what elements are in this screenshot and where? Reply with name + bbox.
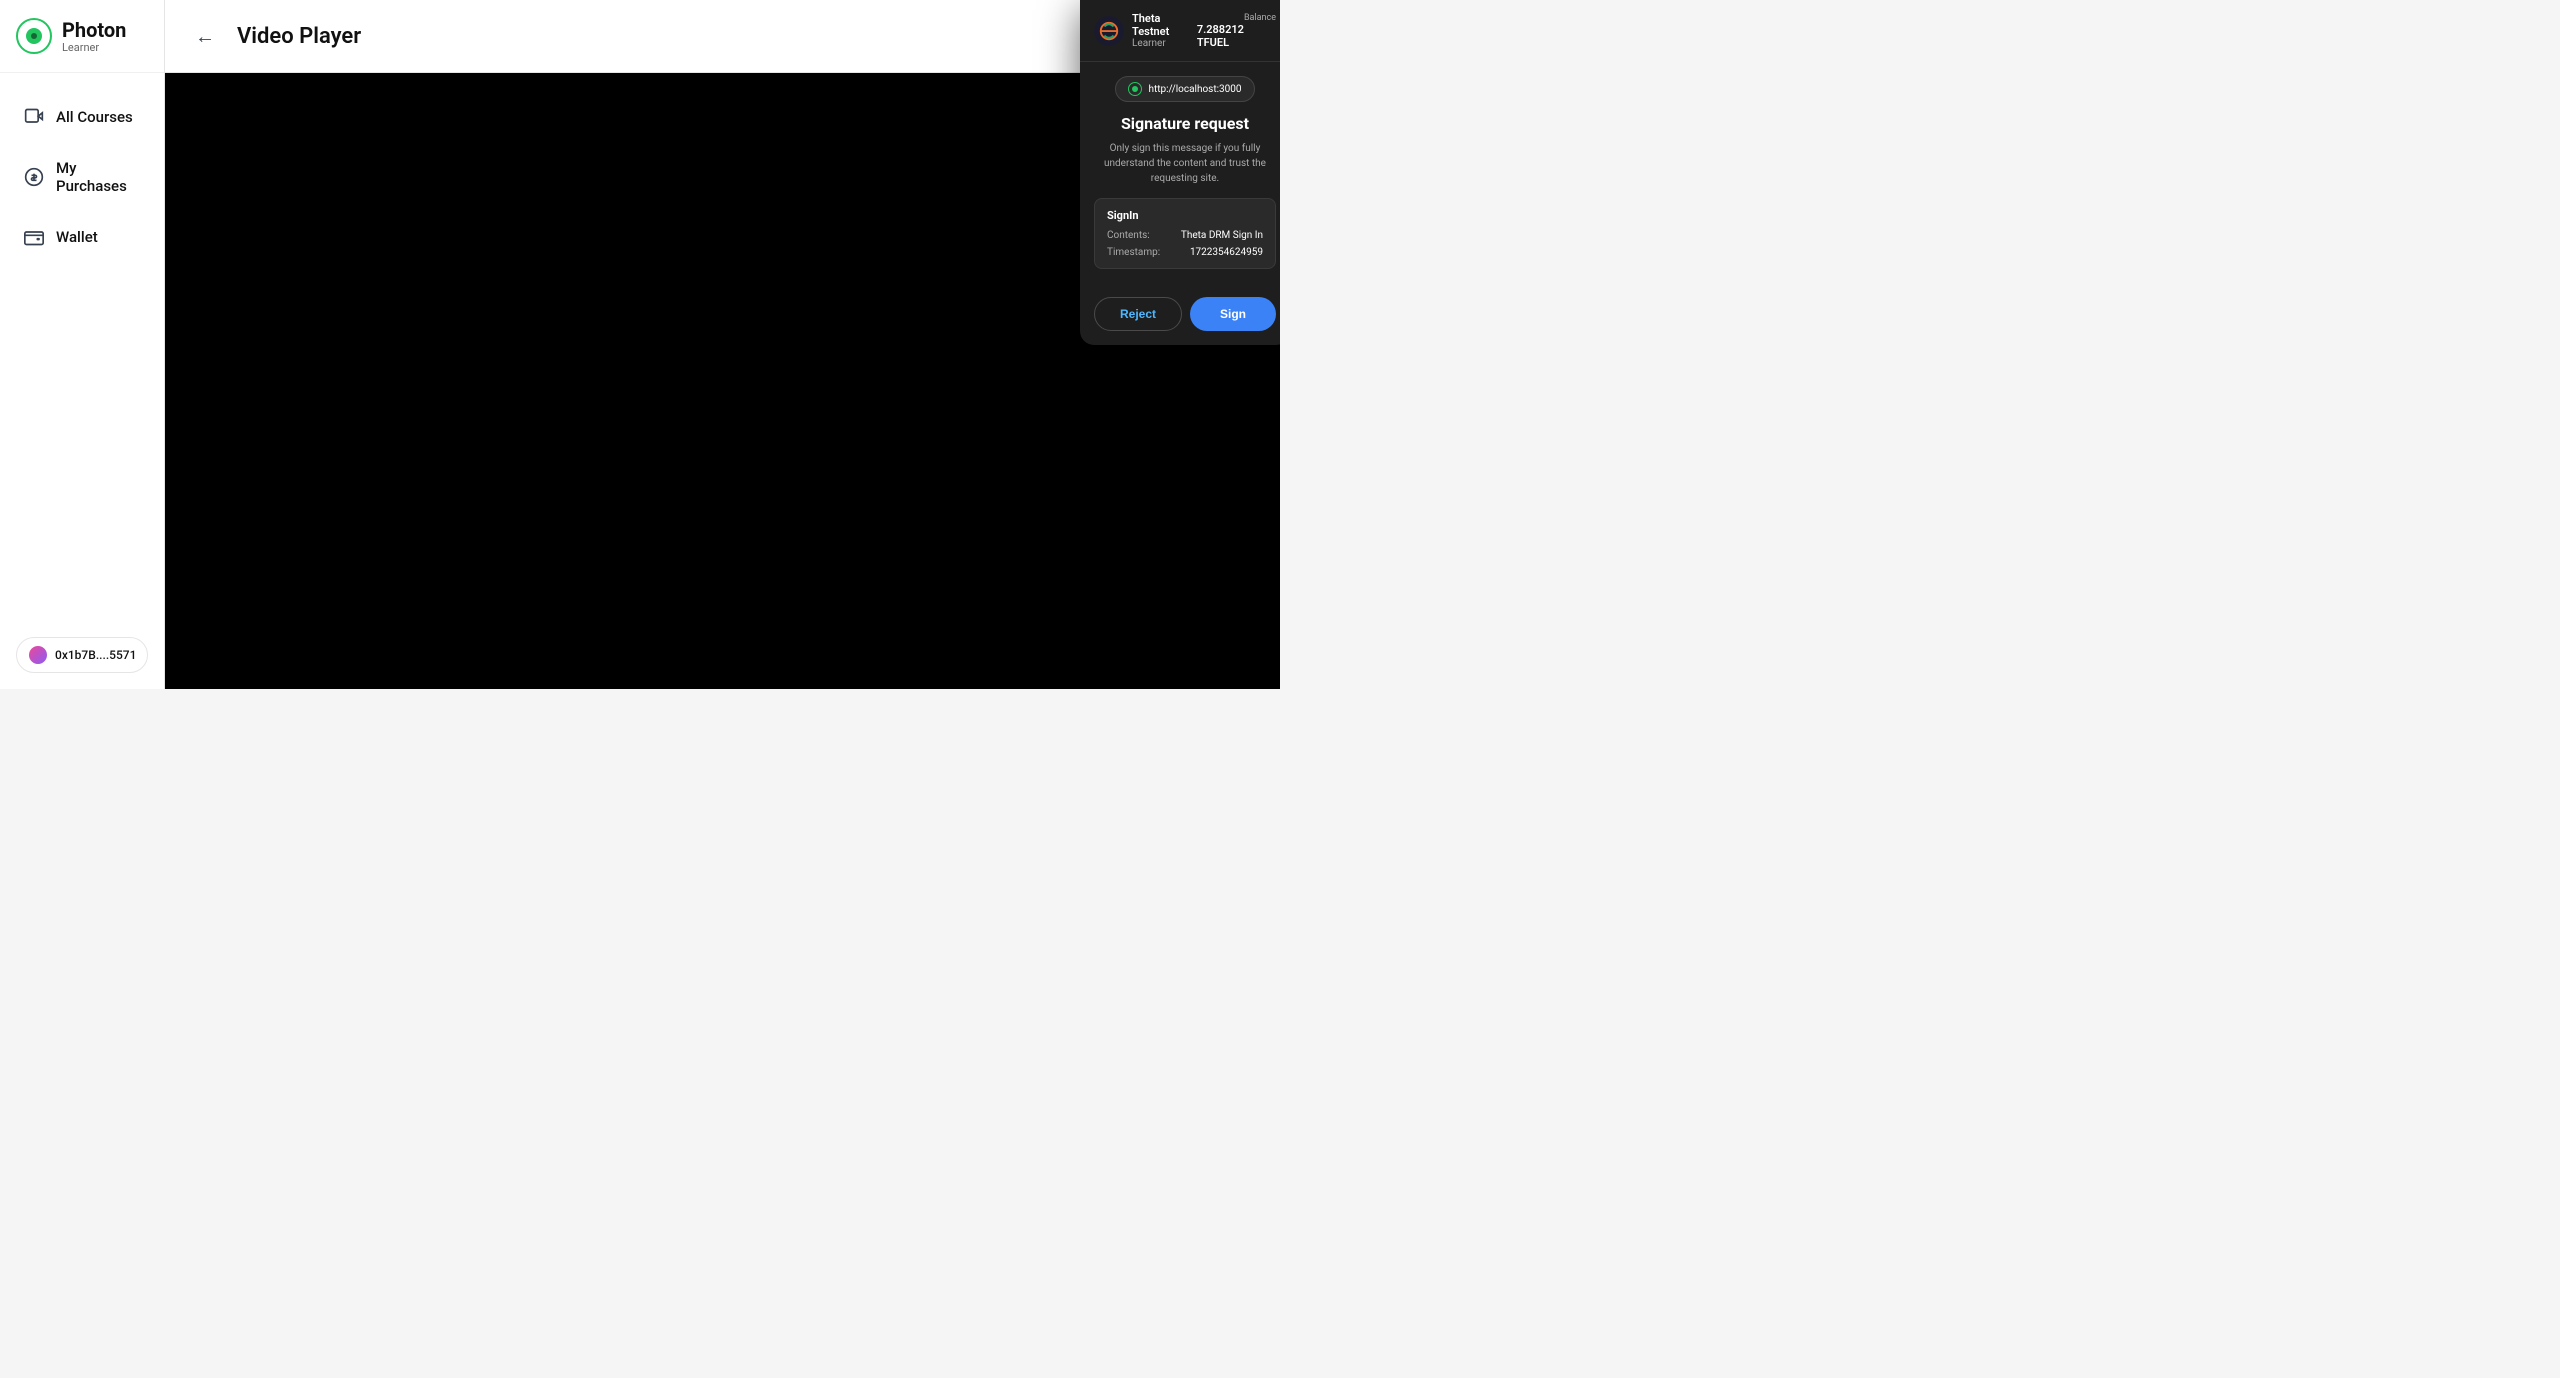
popup-header: Theta Testnet Learner Balance 7.288212 T…	[1080, 0, 1280, 61]
reject-button[interactable]: Reject	[1094, 297, 1182, 331]
app-role: Learner	[62, 41, 126, 54]
sign-button[interactable]: Sign	[1190, 297, 1276, 331]
dollar-icon	[24, 167, 44, 187]
popup-actions: Reject Sign	[1080, 297, 1280, 345]
logo-area: Photon Learner	[0, 0, 164, 73]
popup-network-info: Theta Testnet Learner	[1132, 12, 1197, 49]
logo-text: Photon Learner	[62, 19, 126, 54]
wallet-icon	[24, 227, 44, 247]
card-title: SignIn	[1107, 209, 1263, 222]
app-name: Photon	[62, 19, 126, 41]
sidebar-item-wallet[interactable]: Wallet	[8, 213, 156, 261]
page-title: Video Player	[237, 24, 361, 49]
popup-network: Theta Testnet Learner	[1094, 12, 1197, 49]
my-purchases-label: My Purchases	[56, 159, 140, 195]
wallet-popup: Theta Testnet Learner Balance 7.288212 T…	[1080, 0, 1280, 345]
video-icon	[24, 107, 44, 127]
all-courses-label: All Courses	[56, 108, 133, 126]
sidebar-nav: All Courses My Purchases Wallet	[0, 73, 164, 281]
balance-label: Balance	[1244, 13, 1276, 23]
sidebar-footer: 0x1b7B....5571	[0, 621, 164, 689]
popup-account: Learner	[1132, 38, 1197, 49]
site-icon	[1128, 82, 1142, 96]
wallet-address-text: 0x1b7B....5571	[55, 648, 136, 662]
wallet-avatar	[29, 646, 47, 664]
content-wrapper: ← Video Player	[165, 0, 1280, 689]
contents-label: Contents:	[1107, 230, 1150, 241]
card-row-contents: Contents: Theta DRM Sign In	[1107, 230, 1263, 241]
card-row-timestamp: Timestamp: 1722354624959	[1107, 247, 1263, 258]
popup-body: http://localhost:3000 Signature request …	[1080, 62, 1280, 297]
timestamp-label: Timestamp:	[1107, 247, 1160, 258]
network-name: Theta Testnet	[1132, 12, 1197, 38]
wallet-address-button[interactable]: 0x1b7B....5571	[16, 637, 148, 673]
sidebar: Photon Learner All Courses My Purchases	[0, 0, 165, 689]
balance-amount: 7.288212 TFUEL	[1197, 23, 1276, 49]
sidebar-item-my-purchases[interactable]: My Purchases	[8, 145, 156, 209]
signature-card: SignIn Contents: Theta DRM Sign In Times…	[1094, 198, 1276, 269]
popup-balance: Balance 7.288212 TFUEL	[1197, 13, 1276, 49]
site-url: http://localhost:3000	[1148, 84, 1241, 95]
back-button[interactable]: ←	[189, 20, 221, 52]
timestamp-value: 1722354624959	[1190, 247, 1263, 258]
logo-icon	[16, 18, 52, 54]
sidebar-item-all-courses[interactable]: All Courses	[8, 93, 156, 141]
site-badge: http://localhost:3000	[1115, 76, 1254, 102]
sig-desc: Only sign this message if you fully unde…	[1094, 141, 1276, 186]
theta-logo	[1094, 16, 1124, 46]
wallet-label: Wallet	[56, 228, 98, 246]
contents-value: Theta DRM Sign In	[1181, 230, 1263, 241]
back-arrow-icon: ←	[195, 24, 215, 49]
sig-title: Signature request	[1121, 114, 1249, 133]
